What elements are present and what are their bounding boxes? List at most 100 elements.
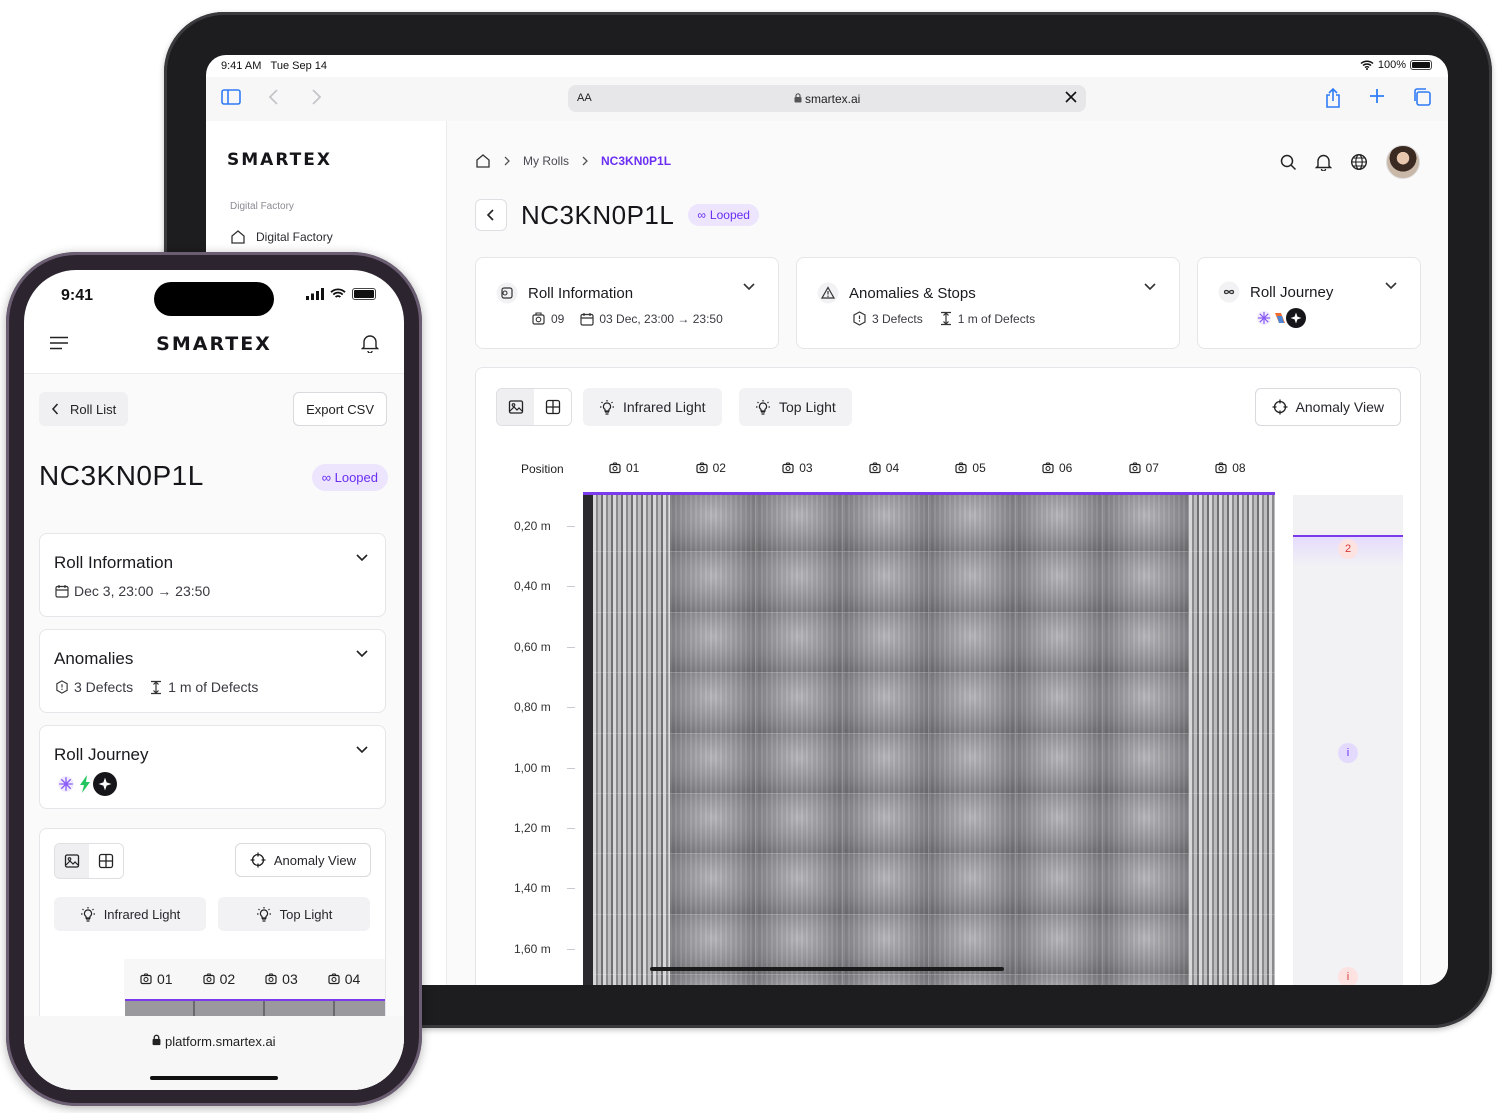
fabric-image-tile[interactable] bbox=[669, 733, 757, 794]
fabric-image-tile[interactable] bbox=[1016, 914, 1103, 976]
fabric-image-tile[interactable] bbox=[929, 854, 1016, 915]
new-tab-icon[interactable] bbox=[1368, 87, 1386, 105]
chevron-down-icon[interactable] bbox=[355, 745, 369, 755]
fabric-image-tile[interactable] bbox=[929, 552, 1016, 613]
avatar[interactable] bbox=[1386, 145, 1420, 179]
back-button[interactable] bbox=[475, 199, 507, 231]
fabric-image-tile[interactable] bbox=[669, 552, 757, 613]
fabric-image-tile[interactable] bbox=[593, 673, 670, 734]
infrared-light-button[interactable]: Infrared Light bbox=[583, 388, 722, 426]
fabric-image-tile[interactable] bbox=[1189, 673, 1275, 734]
fabric-image-tile[interactable] bbox=[842, 733, 930, 794]
browser-back-icon[interactable] bbox=[268, 88, 280, 106]
fabric-image-tile[interactable] bbox=[1189, 914, 1275, 976]
fabric-image-tile[interactable] bbox=[1102, 854, 1190, 915]
defect-minimap[interactable]: 2 i i bbox=[1293, 495, 1403, 985]
fabric-image-tile[interactable] bbox=[1102, 794, 1190, 855]
fabric-image-tile[interactable] bbox=[756, 794, 843, 855]
globe-icon[interactable] bbox=[1350, 153, 1368, 171]
home-icon[interactable] bbox=[475, 153, 491, 169]
fabric-image-tile[interactable] bbox=[1016, 794, 1103, 855]
fabric-image-tile[interactable] bbox=[1016, 975, 1103, 985]
image-view-button[interactable] bbox=[55, 844, 89, 878]
defect-marker[interactable]: 2 bbox=[1338, 539, 1358, 559]
fabric-image-tile[interactable] bbox=[756, 552, 843, 613]
fabric-image-tile[interactable] bbox=[669, 975, 757, 985]
defect-marker[interactable]: i bbox=[1338, 967, 1358, 985]
infrared-light-button[interactable]: Infrared Light bbox=[54, 897, 206, 931]
export-csv-button[interactable]: Export CSV bbox=[293, 392, 387, 426]
fabric-image-tile[interactable] bbox=[842, 495, 930, 553]
search-icon[interactable] bbox=[1280, 154, 1297, 171]
fabric-image-tile[interactable] bbox=[1016, 552, 1103, 613]
fabric-image-tile[interactable] bbox=[669, 673, 757, 734]
chevron-down-icon[interactable] bbox=[1384, 281, 1398, 291]
clear-url-icon[interactable] bbox=[1064, 90, 1078, 104]
fabric-image-tile[interactable] bbox=[929, 794, 1016, 855]
address-bar[interactable]: AA smartex.ai bbox=[568, 85, 1086, 112]
defect-marker[interactable]: i bbox=[1338, 743, 1358, 763]
share-icon[interactable] bbox=[1324, 87, 1342, 109]
fabric-image-tile[interactable] bbox=[1189, 612, 1275, 674]
chevron-down-icon[interactable] bbox=[355, 553, 369, 563]
roll-journey-card[interactable]: Roll Journey bbox=[1197, 257, 1421, 349]
fabric-image-tile[interactable] bbox=[1102, 975, 1190, 985]
grid-view-button[interactable] bbox=[534, 389, 571, 425]
top-light-button[interactable]: Top Light bbox=[218, 897, 370, 931]
fabric-image-tile[interactable] bbox=[1016, 854, 1103, 915]
roll-information-card[interactable]: Roll Information Dec 3, 23:00 → 23:50 bbox=[39, 533, 386, 617]
fabric-image-tile[interactable] bbox=[1102, 612, 1190, 674]
roll-information-card[interactable]: Roll Information 09 03 Dec, 23:00 → 23:5… bbox=[475, 257, 779, 349]
fabric-image-tile[interactable] bbox=[1102, 552, 1190, 613]
fabric-image-tile[interactable] bbox=[1189, 495, 1275, 553]
fabric-image-tile[interactable] bbox=[593, 854, 670, 915]
fabric-image-tile[interactable] bbox=[842, 794, 930, 855]
bell-icon[interactable] bbox=[361, 333, 379, 353]
fabric-image-tile[interactable] bbox=[756, 495, 843, 553]
chevron-down-icon[interactable] bbox=[742, 282, 756, 292]
fabric-image-tile[interactable] bbox=[1016, 673, 1103, 734]
fabric-image-tile[interactable] bbox=[593, 552, 670, 613]
fabric-image-grid[interactable] bbox=[583, 492, 1275, 985]
fabric-image-tile[interactable] bbox=[1016, 495, 1103, 553]
roll-list-button[interactable]: Roll List bbox=[39, 392, 129, 426]
anomalies-stops-card[interactable]: Anomalies & Stops 3 Defects 1 m of Defec… bbox=[796, 257, 1180, 349]
smartex-logo[interactable]: SMARTEX bbox=[227, 150, 332, 170]
fabric-image-tile[interactable] bbox=[1016, 733, 1103, 794]
fabric-image-tile[interactable] bbox=[842, 975, 930, 985]
fabric-image-tile[interactable] bbox=[593, 495, 670, 553]
fabric-image-tile[interactable] bbox=[842, 552, 930, 613]
fabric-image-tile[interactable] bbox=[756, 975, 843, 985]
roll-journey-card[interactable]: Roll Journey bbox=[39, 725, 386, 809]
anomaly-view-button[interactable]: Anomaly View bbox=[234, 843, 371, 877]
anomaly-view-button[interactable]: Anomaly View bbox=[1254, 388, 1401, 426]
fabric-image-tile[interactable] bbox=[593, 612, 670, 674]
fabric-image-tile[interactable] bbox=[756, 854, 843, 915]
fabric-image-tile[interactable] bbox=[929, 612, 1016, 674]
fabric-image-tile[interactable] bbox=[1102, 733, 1190, 794]
fabric-image-tile[interactable] bbox=[929, 673, 1016, 734]
fabric-image-tile[interactable] bbox=[1102, 673, 1190, 734]
fabric-image-tile[interactable] bbox=[593, 733, 670, 794]
fabric-image-tile[interactable] bbox=[1102, 495, 1190, 553]
sidebar-toggle-icon[interactable] bbox=[221, 88, 241, 106]
fabric-image-tile[interactable] bbox=[1102, 914, 1190, 976]
image-view-button[interactable] bbox=[497, 389, 534, 425]
top-light-button[interactable]: Top Light bbox=[739, 388, 852, 426]
fabric-image-tile[interactable] bbox=[842, 854, 930, 915]
fabric-image-tile[interactable] bbox=[1189, 733, 1275, 794]
fabric-image-tile[interactable] bbox=[593, 794, 670, 855]
sidebar-item-digital-factory[interactable]: Digital Factory bbox=[230, 229, 333, 245]
fabric-image-tile[interactable] bbox=[756, 673, 843, 734]
fabric-image-tile[interactable] bbox=[929, 495, 1016, 553]
fabric-image-tile[interactable] bbox=[756, 733, 843, 794]
anomalies-card[interactable]: Anomalies 3 Defects 1 m of Defects bbox=[39, 629, 386, 713]
fabric-image-tile[interactable] bbox=[669, 794, 757, 855]
tabs-overview-icon[interactable] bbox=[1412, 87, 1432, 107]
smartex-logo[interactable]: SMARTEX bbox=[24, 333, 404, 355]
fabric-image-tile[interactable] bbox=[756, 612, 843, 674]
fabric-image-tile[interactable] bbox=[669, 854, 757, 915]
fabric-image-tile[interactable] bbox=[1189, 854, 1275, 915]
fabric-image-tile[interactable] bbox=[1189, 552, 1275, 613]
fabric-image-tile[interactable] bbox=[669, 612, 757, 674]
